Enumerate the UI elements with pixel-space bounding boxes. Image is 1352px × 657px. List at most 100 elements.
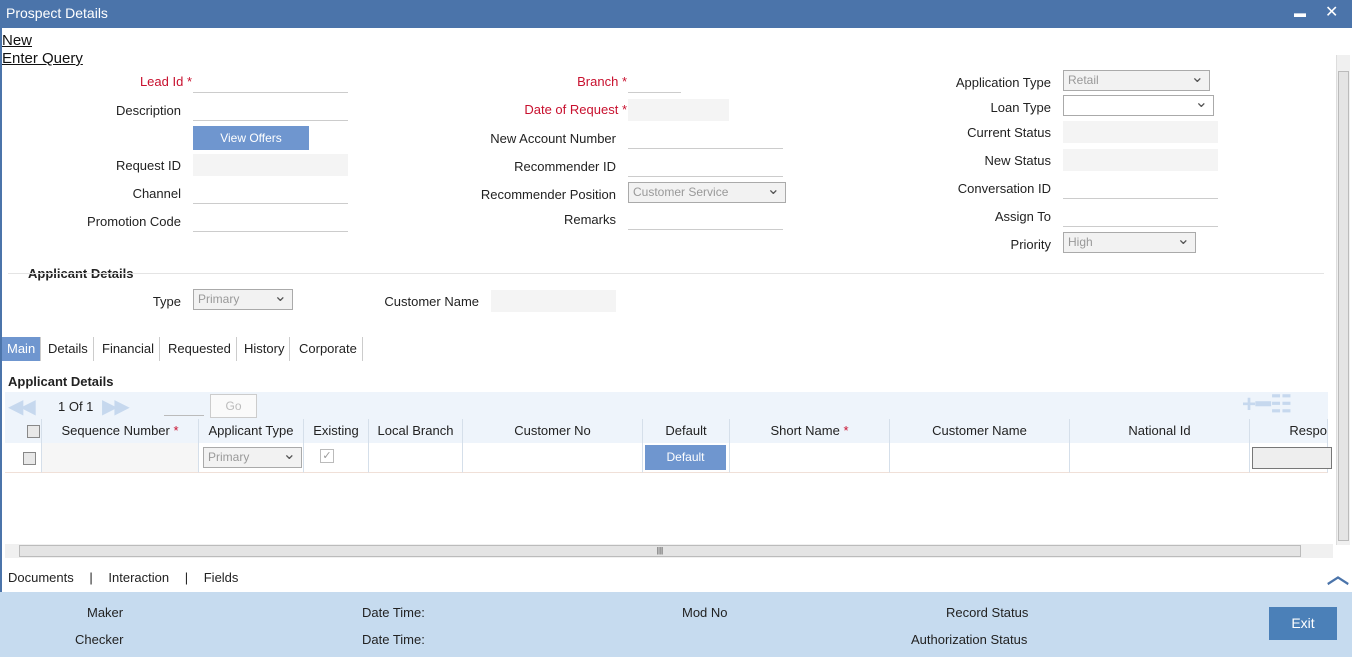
grid-heading: Applicant Details: [8, 374, 114, 389]
response-input[interactable]: [1252, 447, 1332, 469]
promotion-code-label: Promotion Code: [87, 214, 181, 229]
recommender-position-label: Recommender Position: [480, 187, 616, 202]
priority-select[interactable]: High: [1063, 229, 1196, 253]
tab-history[interactable]: History: [239, 337, 291, 361]
audit-footer: [0, 592, 1352, 657]
description-label: Description: [115, 103, 181, 118]
promotion-code-input[interactable]: [193, 210, 348, 232]
collapse-chevron-icon[interactable]: ︿: [1327, 558, 1349, 590]
tab-main[interactable]: Main: [2, 337, 42, 361]
remarks-label: Remarks: [563, 212, 616, 227]
description-input[interactable]: [193, 99, 348, 121]
recommender-id-input[interactable]: [628, 155, 783, 177]
column-header: Customer No: [463, 419, 643, 443]
record-status-label: Record Status: [946, 605, 1029, 620]
short-name-cell[interactable]: [730, 443, 890, 473]
default-button[interactable]: Default: [645, 445, 726, 470]
channel-input[interactable]: [193, 182, 348, 204]
documents-link[interactable]: Documents: [8, 570, 74, 585]
column-header: Short Name *: [730, 419, 890, 443]
column-header: Applicant Type: [199, 419, 304, 443]
bottom-links: Documents | Interaction | Fields: [8, 570, 239, 585]
new-account-number-label: New Account Number: [490, 131, 616, 146]
existing-checkbox[interactable]: ✓: [320, 449, 334, 463]
add-delete-view-icons[interactable]: +━☷: [1242, 390, 1292, 419]
recommender-position-select[interactable]: Customer Service: [628, 179, 786, 203]
applicant-type-select[interactable]: Primary: [203, 444, 302, 468]
page-input[interactable]: [164, 400, 204, 416]
customer-name-input[interactable]: [491, 290, 616, 312]
column-header: Respo: [1250, 419, 1328, 443]
new-account-number-input[interactable]: [628, 127, 783, 149]
tab-details[interactable]: Details: [43, 337, 94, 361]
loan-type-select[interactable]: [1063, 92, 1214, 116]
conversation-id-label: Conversation ID: [957, 181, 1051, 196]
priority-label: Priority: [1010, 237, 1051, 252]
go-button[interactable]: Go: [210, 394, 257, 418]
title-bar: Prospect Details ▬ ✕: [0, 0, 1352, 28]
column-header: Default: [643, 419, 730, 443]
authorization-status-label: Authorization Status: [911, 632, 1028, 647]
minimize-icon[interactable]: ▬: [1294, 6, 1306, 20]
horizontal-scrollbar[interactable]: |||: [5, 544, 1333, 558]
type-select[interactable]: Primary: [193, 286, 293, 310]
row-checkbox[interactable]: [23, 452, 36, 465]
tab-corporate[interactable]: Corporate: [294, 337, 363, 361]
view-offers-button[interactable]: View Offers: [193, 126, 309, 150]
local-branch-cell[interactable]: [369, 443, 463, 473]
next-last-icons[interactable]: ▶▶: [102, 394, 130, 419]
assign-to-label: Assign To: [994, 209, 1051, 224]
loan-type-label: Loan Type: [990, 100, 1051, 115]
remarks-input[interactable]: [628, 208, 783, 230]
checker-label: Checker: [75, 632, 124, 647]
lead-id-label: Lead Id *: [139, 74, 192, 89]
channel-label: Channel: [132, 186, 181, 201]
customer-no-cell[interactable]: [463, 443, 643, 473]
divider: [8, 273, 1324, 274]
column-header: National Id: [1070, 419, 1250, 443]
type-label: Type: [152, 294, 181, 309]
new-status-label: New Status: [984, 153, 1051, 168]
tab-requested[interactable]: Requested: [163, 337, 237, 361]
column-header: Customer Name: [890, 419, 1070, 443]
conversation-id-input[interactable]: [1063, 177, 1218, 199]
fields-link[interactable]: Fields: [204, 570, 239, 585]
page-indicator: 1 Of 1: [58, 399, 94, 414]
branch-label: Branch *: [577, 74, 627, 89]
maker-label: Maker: [87, 605, 124, 620]
assign-to-input[interactable]: [1063, 205, 1218, 227]
select-all-checkbox[interactable]: [27, 425, 40, 438]
current-status-label: Current Status: [967, 125, 1051, 140]
select-all-header: [5, 419, 42, 443]
date-of-request-input[interactable]: [628, 99, 729, 121]
vertical-scrollbar[interactable]: [1336, 55, 1350, 545]
request-id-label: Request ID: [115, 158, 181, 173]
tab-financial[interactable]: Financial: [97, 337, 161, 361]
first-prev-icons[interactable]: ◀◀: [8, 394, 36, 419]
lead-id-input[interactable]: [193, 71, 348, 93]
branch-input[interactable]: [628, 71, 681, 93]
application-type-select[interactable]: Retail: [1063, 67, 1210, 91]
customer-name-label: Customer Name: [384, 294, 479, 309]
customer-name-cell[interactable]: [890, 443, 1070, 473]
current-status-input[interactable]: [1063, 121, 1218, 143]
maker-date-time-label: Date Time:: [362, 605, 425, 620]
request-id-input[interactable]: [193, 154, 348, 176]
column-header: Sequence Number *: [42, 419, 199, 443]
close-icon[interactable]: ✕: [1325, 2, 1338, 22]
national-id-cell[interactable]: [1070, 443, 1250, 473]
enter-query-link[interactable]: Enter Query: [2, 50, 83, 67]
column-header: Local Branch: [369, 419, 463, 443]
column-header: Existing: [304, 419, 369, 443]
checker-date-time-label: Date Time:: [362, 632, 425, 647]
window-title: Prospect Details: [6, 5, 108, 21]
mod-no-label: Mod No: [682, 605, 728, 620]
interaction-link[interactable]: Interaction: [108, 570, 169, 585]
date-of-request-label: Date of Request *: [524, 102, 627, 117]
recommender-id-label: Recommender ID: [514, 159, 616, 174]
application-type-label: Application Type: [955, 75, 1051, 90]
sequence-number-input[interactable]: [42, 443, 199, 473]
exit-button[interactable]: Exit: [1269, 607, 1337, 640]
new-link[interactable]: New: [2, 32, 32, 49]
new-status-input[interactable]: [1063, 149, 1218, 171]
